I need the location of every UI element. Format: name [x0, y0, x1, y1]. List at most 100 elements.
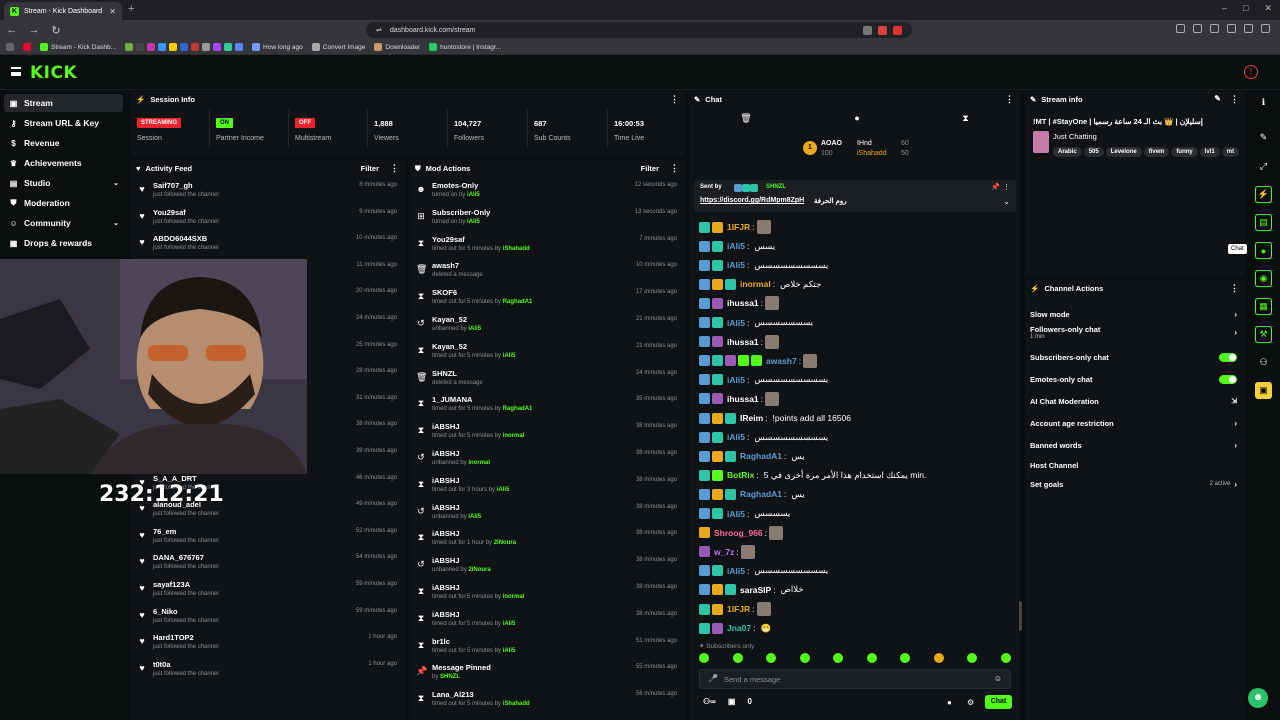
chat-username[interactable]: ihussa1 — [727, 337, 759, 347]
activity-username[interactable]: Saif707_gh — [153, 181, 193, 190]
reading-list-icon[interactable] — [1193, 24, 1202, 33]
stream-tag[interactable]: Levelone — [1105, 147, 1142, 157]
apps-icon[interactable] — [6, 43, 14, 51]
toggle-switch[interactable] — [1219, 352, 1237, 362]
chat-username[interactable]: iAli5 — [727, 241, 745, 251]
mod-action-moderator[interactable]: SHNZL — [440, 674, 460, 680]
sidebar-item-stream[interactable]: ▣ Stream — [4, 94, 123, 112]
mod-action-target[interactable]: iABSHJ — [432, 556, 460, 565]
sidebar-item-drops-rewards[interactable]: ▦ Drops & rewards — [4, 234, 123, 252]
broadcast-icon[interactable]: ◉ — [1255, 270, 1272, 287]
mod-action-moderator[interactable]: inormal — [503, 594, 525, 600]
chat-message[interactable]: iAli5: يسسسسسسسسس — [699, 371, 828, 389]
close-tab-icon[interactable]: ✕ — [109, 7, 116, 16]
chat-message[interactable]: w_7z: — [699, 543, 755, 561]
chat-message[interactable]: iAli5: يسسسسسسسسس — [699, 562, 828, 580]
chat-username[interactable]: iAli5 — [727, 260, 745, 270]
activity-username[interactable]: sayaf123A — [153, 580, 190, 589]
emoji-icon[interactable]: ☺ — [994, 674, 1002, 683]
emote-icon[interactable] — [732, 653, 743, 663]
assistant-icon[interactable]: ☻ — [1248, 688, 1268, 708]
more-icon[interactable]: ⋮ — [1230, 94, 1239, 105]
chat-username[interactable]: ihussa1 — [727, 394, 759, 404]
mod-action-target[interactable]: iABSHJ — [432, 610, 460, 619]
expand-icon[interactable]: ⤢ — [1255, 158, 1272, 175]
channel-action-row[interactable]: AI Chat Moderation ⇲ — [1030, 392, 1237, 410]
mod-action-moderator[interactable]: RaghadA1 — [503, 299, 533, 305]
emote-icon[interactable] — [799, 653, 810, 663]
channel-action-row[interactable]: Followers-only chat 1 min › — [1030, 323, 1237, 341]
users-icon[interactable]: ⚇∞ — [703, 697, 716, 706]
mod-action-target[interactable]: Emotes-Only — [432, 181, 478, 190]
stream-tag[interactable]: Arabic — [1053, 147, 1082, 157]
trash-icon[interactable]: 🗑 — [740, 113, 751, 129]
bookmark-how-long-ago[interactable]: How long ago — [252, 43, 303, 51]
site-info-icon[interactable]: ⇌ — [376, 26, 382, 34]
mod-action-target[interactable]: Kayan_52 — [432, 315, 467, 324]
chat-username[interactable]: w_7z — [714, 547, 734, 557]
chat-message[interactable]: ihussa1: — [699, 294, 780, 312]
category-name[interactable]: Just Chatting — [1053, 132, 1097, 141]
mod-action-target[interactable]: SHNZL — [432, 369, 457, 378]
mod-action-target[interactable]: iABSHJ — [432, 583, 460, 592]
sidebar-item-revenue[interactable]: $ Revenue — [4, 134, 123, 152]
mod-action-moderator[interactable]: iAli5 — [468, 514, 481, 520]
mod-action-target[interactable]: Kayan_52 — [432, 342, 467, 351]
mod-action-moderator[interactable]: iShahadd — [503, 701, 530, 707]
toggle-switch[interactable] — [1219, 374, 1237, 384]
mod-action-target[interactable]: iABSHJ — [432, 503, 460, 512]
pin-icon[interactable]: 📌 — [991, 183, 1000, 191]
mod-action-moderator[interactable]: inormal — [503, 433, 525, 439]
maximize-button[interactable]: □ — [1243, 3, 1248, 14]
emote-icon[interactable] — [933, 653, 944, 663]
mod-action-target[interactable]: iABSHJ — [432, 476, 460, 485]
stream-tag[interactable]: fivem — [1143, 147, 1170, 157]
mod-action-target[interactable]: 1_JUMANA — [432, 395, 472, 404]
mod-action-target[interactable]: Lana_Al213 — [432, 690, 474, 699]
chat-username[interactable]: iAli5 — [727, 375, 745, 385]
mod-action-target[interactable]: Subscriber-Only — [432, 208, 490, 217]
sidebar-item-moderation[interactable]: ⛊ Moderation — [4, 194, 123, 212]
chat-message[interactable]: ihussa1: — [699, 390, 780, 408]
filter-button[interactable]: Filter — [641, 164, 659, 173]
new-tab-button[interactable]: + — [128, 3, 134, 15]
chat-username[interactable]: iAli5 — [727, 566, 745, 576]
pinned-link[interactable]: https://discord.gg/RdMpm8ZpH — [700, 197, 804, 204]
channel-action-row[interactable]: Subscribers-only chat — [1030, 348, 1237, 366]
more-icon[interactable]: ⋮ — [1003, 183, 1010, 191]
url-bar[interactable]: ⇌ dashboard.kick.com/stream — [366, 22, 912, 38]
stream-tag[interactable]: funny — [1171, 147, 1198, 157]
wallet-icon[interactable] — [1227, 24, 1236, 33]
chat-username[interactable]: iAli5 — [727, 432, 745, 442]
mod-action-moderator[interactable]: iAli5 — [467, 219, 480, 225]
bookmark-kick[interactable]: Stream - Kick Dashb... — [40, 43, 116, 51]
more-icon[interactable]: ⋮ — [670, 94, 679, 105]
chat-username[interactable]: awash7 — [766, 356, 797, 366]
activity-username[interactable]: ABDO6044SXB — [153, 234, 207, 243]
mod-action-target[interactable]: awash7 — [432, 261, 459, 270]
chat-rail-icon[interactable]: ● — [1255, 242, 1272, 259]
extensions-icon[interactable] — [1176, 24, 1185, 33]
vpn-icon[interactable] — [1244, 24, 1253, 33]
chat-message[interactable]: Jna07: 😁 — [699, 619, 771, 637]
bolt-icon[interactable]: ⚡ — [1255, 186, 1272, 203]
emote-icon[interactable] — [699, 653, 709, 663]
activity-username[interactable]: t0t0a — [153, 660, 171, 669]
channel-action-row[interactable]: Account age restriction › — [1030, 414, 1237, 432]
channel-action-row[interactable]: Host Channel — [1030, 456, 1237, 474]
chat-username[interactable]: 1IFJR — [727, 222, 750, 232]
chat-input[interactable]: 🎤 Send a message ☺ — [699, 669, 1011, 689]
mod-action-moderator[interactable]: iAli5 — [468, 326, 481, 332]
pinned-message[interactable]: Sent by SHNZL https://discord.gg/RdMpm8Z… — [694, 180, 1016, 212]
emote-icon[interactable] — [1000, 653, 1011, 663]
emote-icon[interactable] — [866, 653, 877, 663]
mod-action-moderator[interactable]: iAli5 — [503, 648, 516, 654]
chat-icon[interactable]: ● — [854, 113, 859, 129]
wrench-icon[interactable]: ⚒ — [1255, 326, 1272, 343]
chat-username[interactable]: IReim — [740, 413, 763, 423]
forward-icon[interactable]: → — [28, 24, 40, 36]
chat-message[interactable]: iAli5: يسس — [699, 237, 775, 255]
info-icon[interactable]: ℹ — [1255, 94, 1272, 111]
chat-message[interactable]: 1IFJR: — [699, 218, 771, 236]
chat-username[interactable]: Shroog_966 — [714, 528, 763, 538]
